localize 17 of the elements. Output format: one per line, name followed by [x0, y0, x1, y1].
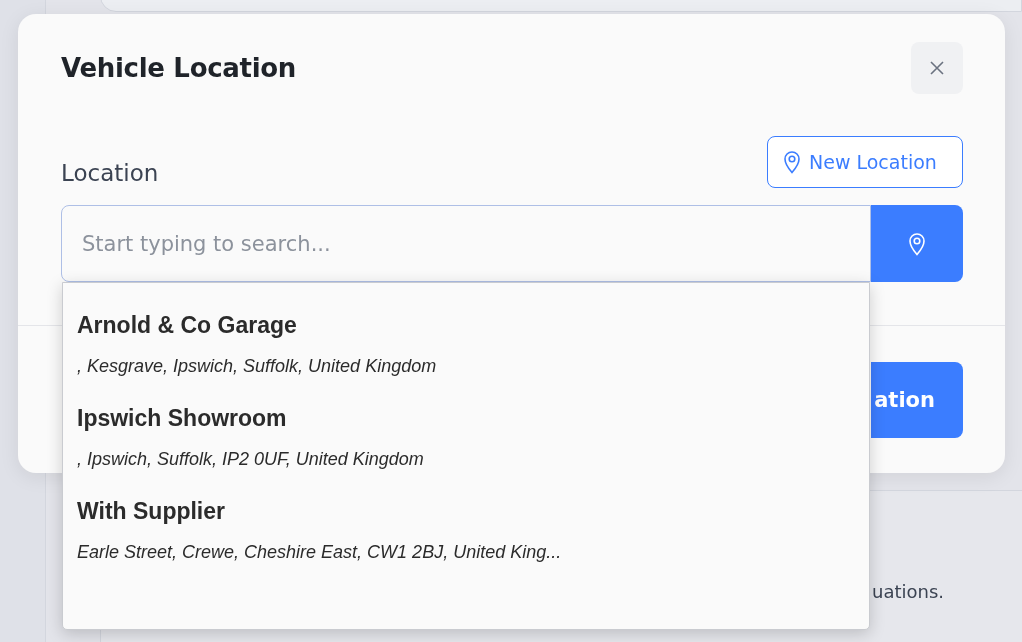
- new-location-button[interactable]: New Location: [767, 136, 963, 188]
- dialog-title: Vehicle Location: [61, 53, 297, 83]
- close-button[interactable]: [911, 42, 963, 94]
- location-label: Location: [61, 160, 159, 186]
- close-icon: [929, 60, 945, 76]
- location-name[interactable]: Arnold & Co Garage: [77, 312, 855, 339]
- location-name[interactable]: With Supplier: [77, 498, 855, 525]
- search-field[interactable]: Start typing to search...: [61, 205, 871, 282]
- location-address: Earle Street, Crewe, Cheshire East, CW1 2BJ, United King...: [77, 542, 563, 563]
- pin-icon: [908, 231, 926, 256]
- description-text: uations.: [871, 581, 944, 604]
- pin-icon: [783, 150, 801, 174]
- save-button[interactable]: ation: [871, 362, 963, 438]
- location-name[interactable]: Ipswich Showroom: [77, 405, 855, 432]
- locate-button[interactable]: [871, 205, 963, 282]
- location-address: , Ipswich, Suffolk, IP2 0UF, United Kingdom: [77, 449, 425, 470]
- location-address: , Kesgrave, Ipswich, Suffolk, United Kingdom: [77, 356, 438, 377]
